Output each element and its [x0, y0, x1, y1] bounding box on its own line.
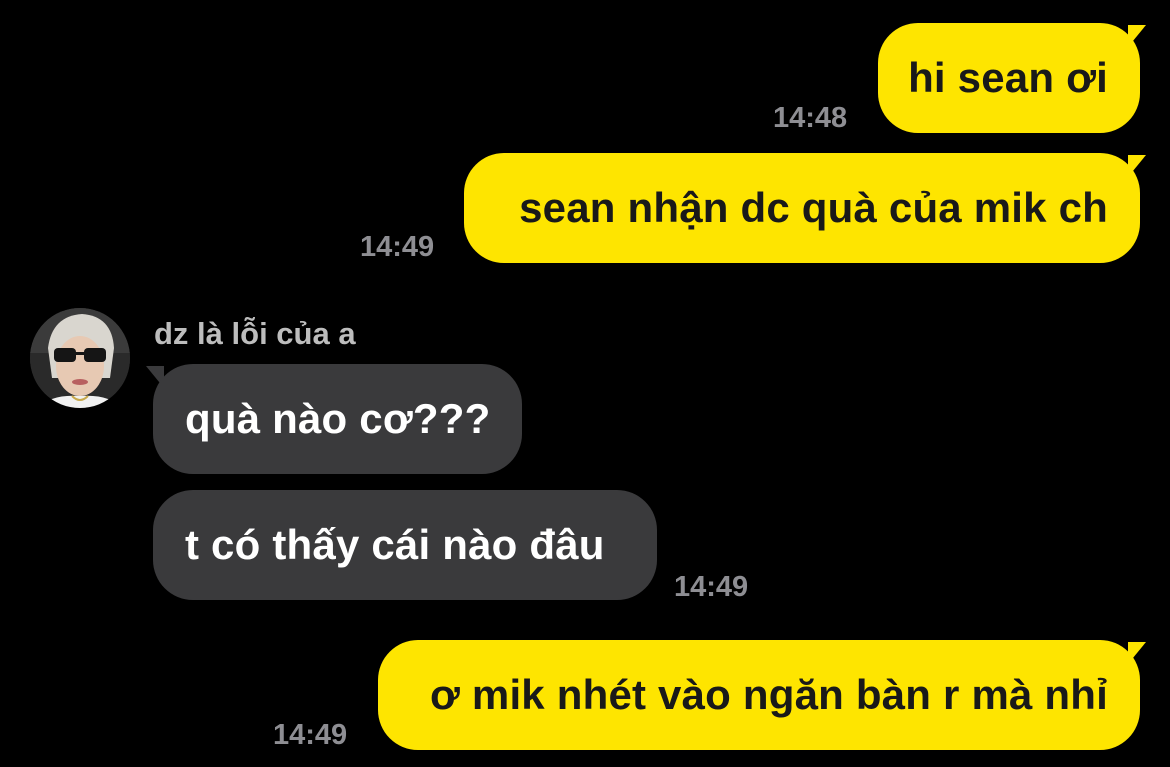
message-text: hi sean ơi [908, 54, 1108, 101]
sender-name: dz là lỗi của a [154, 316, 356, 351]
message-timestamp: 14:49 [674, 571, 749, 603]
message-timestamp: 14:48 [773, 102, 848, 134]
bubble-tail [1128, 155, 1146, 177]
message-text: quà nào cơ??? [185, 395, 491, 442]
outgoing-message-bubble[interactable]: hi sean ơi [878, 23, 1140, 133]
outgoing-message-bubble[interactable]: sean nhận dc quà của mik ch [464, 153, 1140, 263]
outgoing-message-bubble[interactable]: ơ mik nhét vào ngăn bàn r mà nhỉ [378, 640, 1140, 750]
sender-avatar[interactable] [30, 308, 130, 408]
bubble-tail [1128, 642, 1146, 664]
chat-thread: 14:48 hi sean ơi 14:49 sean nhận dc quà … [0, 0, 1170, 767]
message-text: sean nhận dc quà của mik ch [519, 184, 1108, 231]
bubble-tail [1128, 25, 1146, 47]
message-timestamp: 14:49 [360, 231, 435, 263]
message-text: t có thấy cái nào đâu [185, 521, 605, 568]
incoming-message-bubble[interactable]: t có thấy cái nào đâu [153, 490, 657, 600]
profile-photo-icon [30, 308, 130, 408]
incoming-message-bubble[interactable]: quà nào cơ??? [153, 364, 522, 474]
message-text: ơ mik nhét vào ngăn bàn r mà nhỉ [429, 671, 1108, 718]
message-timestamp: 14:49 [273, 719, 348, 751]
